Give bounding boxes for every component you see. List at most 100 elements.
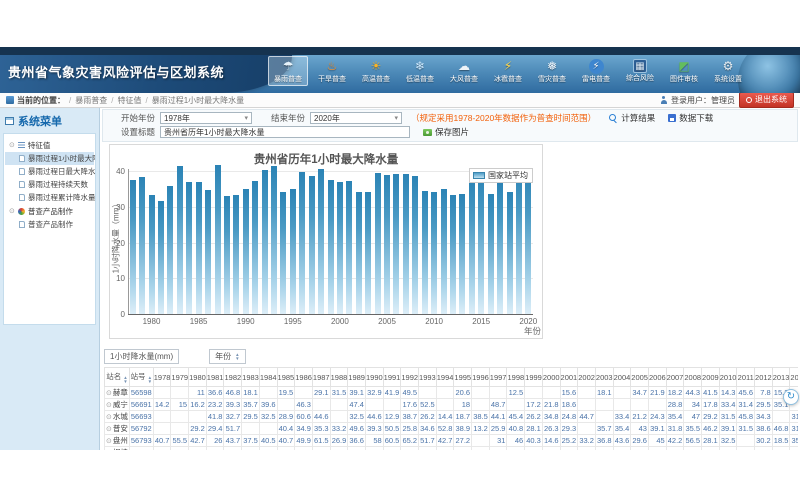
station-name-cell[interactable]: ⊙普安 [105, 423, 130, 435]
toolbar-item[interactable]: ❅雪灾普查 [532, 56, 572, 86]
chart-bar[interactable] [516, 168, 522, 314]
chart-bar[interactable] [252, 181, 258, 314]
column-header-year[interactable]: 1982 [224, 368, 242, 387]
chart-bar[interactable] [280, 192, 286, 314]
expand-icon[interactable]: ⊙ [106, 438, 112, 445]
chart-bar[interactable] [205, 190, 211, 314]
column-header-year[interactable]: 1997 [489, 368, 507, 387]
column-header-year[interactable]: 1999 [525, 368, 543, 387]
chart-bar[interactable] [299, 172, 305, 314]
column-header-year[interactable]: 1987 [312, 368, 330, 387]
station-name-cell[interactable]: ⊙威宁 [105, 399, 130, 411]
column-header-year[interactable]: 2012 [755, 368, 773, 387]
sidebar-item[interactable]: 暴雨过程1小时最大降水量 [5, 152, 94, 165]
station-name-cell[interactable]: ⊙水城 [105, 411, 130, 423]
save-image-button[interactable]: 保存图片 [423, 126, 469, 138]
chart-bar[interactable] [309, 176, 315, 314]
chart-bar[interactable] [384, 175, 390, 314]
chart-bar[interactable] [422, 191, 428, 314]
column-header-year[interactable]: 1978 [153, 368, 171, 387]
year-sort-chip[interactable]: 年份 [209, 349, 245, 364]
chart-bar[interactable] [365, 192, 371, 314]
column-header-year[interactable]: 2000 [542, 368, 560, 387]
column-header-year[interactable]: 2007 [666, 368, 684, 387]
column-header-year[interactable]: 1986 [295, 368, 313, 387]
column-header-year[interactable]: 1995 [454, 368, 472, 387]
chart-bar[interactable] [393, 174, 399, 314]
refresh-icon[interactable] [783, 389, 799, 405]
column-header-year[interactable]: 2008 [684, 368, 702, 387]
toolbar-item[interactable]: ☂暴雨普查 [268, 56, 308, 86]
column-header-year[interactable]: 1996 [472, 368, 490, 387]
expand-icon[interactable]: ⊙ [106, 414, 112, 421]
toolbar-item[interactable]: ▦综合风险 [620, 56, 660, 86]
toolbar-item[interactable]: ♨干旱普查 [312, 56, 352, 86]
column-header-year[interactable]: 2009 [702, 368, 720, 387]
column-header-year[interactable]: 2013 [772, 368, 790, 387]
column-header-year[interactable]: 1979 [171, 368, 189, 387]
chart-bar[interactable] [177, 166, 183, 314]
chart-bar[interactable] [196, 182, 202, 314]
chart-bar[interactable] [186, 182, 192, 314]
download-button[interactable]: 数据下载 [668, 112, 713, 124]
unit-chip[interactable]: 1小时降水量(mm) [104, 349, 179, 364]
column-header-year[interactable]: 1983 [242, 368, 260, 387]
expand-icon[interactable]: ⊙ [106, 390, 112, 397]
chart-bar[interactable] [403, 174, 409, 314]
column-header-year[interactable]: 2004 [613, 368, 631, 387]
chart-bar[interactable] [130, 180, 136, 314]
sort-icon[interactable] [148, 376, 152, 384]
column-header-year[interactable]: 1993 [419, 368, 437, 387]
chart-bar[interactable] [478, 175, 484, 314]
column-header-year[interactable]: 2005 [631, 368, 649, 387]
breadcrumb-item[interactable]: 暴雨普查 [75, 96, 107, 105]
chart-bar[interactable] [262, 170, 268, 314]
column-header-year[interactable]: 1980 [189, 368, 207, 387]
column-header-year[interactable]: 1998 [507, 368, 525, 387]
column-header-year[interactable]: 1985 [277, 368, 295, 387]
logout-button[interactable]: 退出系统 [739, 92, 794, 108]
column-header-year[interactable]: 2006 [648, 368, 666, 387]
chart-bar[interactable] [469, 180, 475, 314]
chart-bar[interactable] [346, 181, 352, 314]
toolbar-item[interactable]: ◩图件审核 [664, 56, 704, 86]
end-year-select[interactable]: 2020年 [310, 112, 402, 124]
column-header-year[interactable]: 2011 [737, 368, 755, 387]
toolbar-item[interactable]: ☁大风普查 [444, 56, 484, 86]
chart-title-input[interactable] [160, 126, 410, 138]
expand-icon[interactable]: ⊙ [106, 402, 112, 409]
chart-bar[interactable] [337, 182, 343, 314]
column-header-year[interactable]: 1988 [330, 368, 348, 387]
column-header-station-name[interactable]: 站名 [105, 368, 130, 387]
column-header-year[interactable]: 2010 [719, 368, 737, 387]
toolbar-item[interactable]: ⚡雷电普查 [576, 56, 616, 86]
chart-bar[interactable] [412, 176, 418, 314]
sidebar-item[interactable]: 暴雨过程累计降水量 [5, 191, 94, 204]
column-header-year[interactable]: 1984 [259, 368, 277, 387]
chart-bar[interactable] [525, 171, 531, 314]
column-header-year[interactable]: 2002 [578, 368, 596, 387]
chart-bar[interactable] [375, 173, 381, 314]
tree-node[interactable]: ⊙特征值 [5, 138, 94, 152]
chart-bar[interactable] [328, 180, 334, 314]
column-header-year[interactable]: 1981 [206, 368, 224, 387]
expand-icon[interactable]: ⊙ [106, 426, 112, 433]
toolbar-item[interactable]: ⚡冰雹普查 [488, 56, 528, 86]
column-header-year[interactable]: 1991 [383, 368, 401, 387]
station-name-cell[interactable]: ⊙桐梓 [105, 447, 130, 451]
chart-bar[interactable] [356, 192, 362, 314]
chart-bar[interactable] [441, 189, 447, 314]
start-year-select[interactable]: 1978年 [160, 112, 252, 124]
toolbar-item[interactable]: ☀高温普查 [356, 56, 396, 86]
chart-bar[interactable] [450, 195, 456, 314]
chart-legend[interactable]: 国家站平均 [469, 168, 533, 183]
column-header-year[interactable]: 2014 [790, 368, 798, 387]
sort-icon[interactable] [123, 376, 127, 384]
chart-bar[interactable] [459, 194, 465, 315]
expander-icon[interactable]: ⊙ [9, 208, 15, 215]
chart-bar[interactable] [290, 189, 296, 315]
breadcrumb-item[interactable]: 特征值 [117, 96, 141, 105]
chart-bar[interactable] [233, 195, 239, 314]
column-header-year[interactable]: 2003 [595, 368, 613, 387]
sidebar-item[interactable]: 暴雨过程日最大降水量 [5, 165, 94, 178]
